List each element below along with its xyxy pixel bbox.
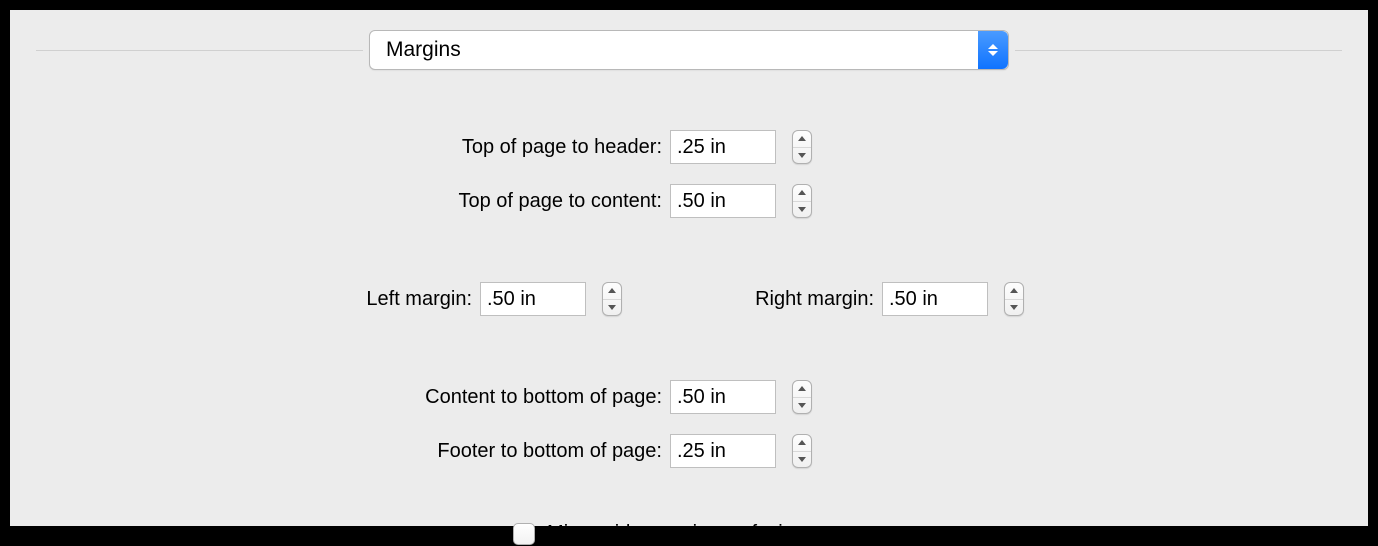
bottom-margins-group: Content to bottom of page: Footer to bot… xyxy=(10,370,1368,478)
right-margin-stepper[interactable] xyxy=(1004,282,1024,316)
mirror-margins-label: Mirror side margins on facing pages xyxy=(547,522,865,545)
side-margins-group: Left margin: Right margin: xyxy=(10,272,1368,326)
stepper-up-icon xyxy=(793,185,811,202)
footer-bottom-input[interactable] xyxy=(670,434,776,468)
stepper-down-icon xyxy=(793,148,811,164)
right-margin-input[interactable] xyxy=(882,282,988,316)
left-margin-stepper[interactable] xyxy=(602,282,622,316)
stepper-up-icon xyxy=(793,435,811,452)
stepper-down-icon xyxy=(793,202,811,218)
left-margin-label: Left margin: xyxy=(10,288,480,311)
stepper-down-icon xyxy=(1005,300,1023,316)
stepper-up-icon xyxy=(603,283,621,300)
top-header-input[interactable] xyxy=(670,130,776,164)
divider-left xyxy=(36,50,363,51)
stepper-down-icon xyxy=(793,452,811,468)
stepper-down-icon xyxy=(603,300,621,316)
top-margins-group: Top of page to header: Top of page to co… xyxy=(10,120,1368,228)
mirror-margins-checkbox[interactable] xyxy=(513,523,535,545)
footer-bottom-stepper[interactable] xyxy=(792,434,812,468)
top-header-label: Top of page to header: xyxy=(10,136,670,159)
section-dropdown[interactable]: Margins xyxy=(369,30,1009,70)
left-margin-input[interactable] xyxy=(480,282,586,316)
margins-panel: Margins Top of page to header: Top of pa… xyxy=(10,10,1368,526)
content-bottom-stepper[interactable] xyxy=(792,380,812,414)
divider-right xyxy=(1015,50,1342,51)
margins-form: Top of page to header: Top of page to co… xyxy=(10,80,1368,545)
stepper-down-icon xyxy=(793,398,811,414)
top-content-stepper[interactable] xyxy=(792,184,812,218)
top-content-label: Top of page to content: xyxy=(10,190,670,213)
stepper-up-icon xyxy=(793,131,811,148)
section-dropdown-label: Margins xyxy=(370,38,461,62)
top-content-input[interactable] xyxy=(670,184,776,218)
content-bottom-label: Content to bottom of page: xyxy=(10,386,670,409)
right-margin-label: Right margin: xyxy=(632,288,882,311)
updown-chevron-icon xyxy=(978,31,1008,69)
mirror-margins-row: Mirror side margins on facing pages xyxy=(10,522,1368,545)
top-header-stepper[interactable] xyxy=(792,130,812,164)
footer-bottom-label: Footer to bottom of page: xyxy=(10,440,670,463)
content-bottom-input[interactable] xyxy=(670,380,776,414)
stepper-up-icon xyxy=(1005,283,1023,300)
section-header-row: Margins xyxy=(10,10,1368,80)
stepper-up-icon xyxy=(793,381,811,398)
